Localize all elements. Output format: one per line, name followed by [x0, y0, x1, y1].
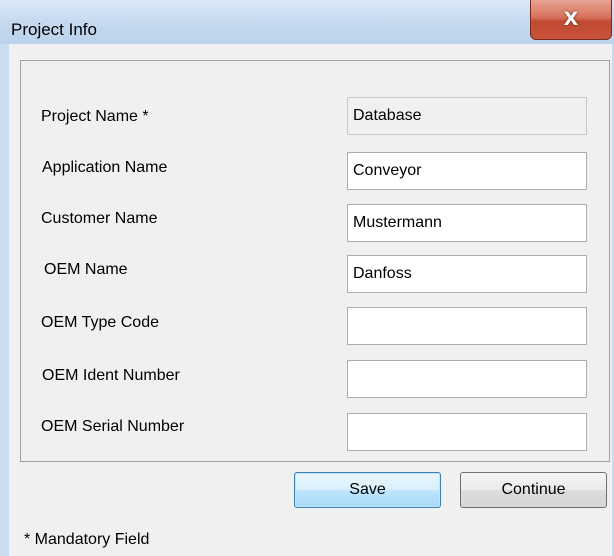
save-button[interactable]: Save [294, 472, 441, 508]
mandatory-field-note: * Mandatory Field [24, 531, 150, 548]
oem-type-code-field[interactable] [347, 307, 587, 345]
oem-ident-number-field[interactable] [347, 360, 587, 398]
close-button[interactable]: X [530, 0, 612, 40]
project-name-label: Project Name * [41, 108, 149, 125]
oem-name-field[interactable]: Danfoss [347, 255, 587, 293]
customer-name-label: Customer Name [41, 210, 158, 227]
customer-name-field[interactable]: Mustermann [347, 204, 587, 242]
oem-type-code-label: OEM Type Code [41, 314, 159, 331]
continue-button[interactable]: Continue [460, 472, 607, 508]
project-fields-group: Project Name * Database Application Name… [20, 60, 610, 462]
project-name-field: Database [347, 97, 587, 135]
application-name-field[interactable]: Conveyor [347, 152, 587, 190]
oem-name-label: OEM Name [44, 261, 128, 278]
application-name-label: Application Name [42, 159, 168, 176]
window-title: Project Info [11, 20, 97, 39]
oem-serial-number-field[interactable] [347, 413, 587, 451]
dialog-body: Project Name * Database Application Name… [9, 44, 612, 556]
oem-ident-number-label: OEM Ident Number [42, 367, 180, 384]
title-bar[interactable]: Project Info X [0, 0, 614, 44]
close-icon: X [563, 8, 579, 30]
project-info-dialog: Project Info X Project Name * Database A… [0, 0, 614, 556]
oem-serial-number-label: OEM Serial Number [41, 418, 185, 435]
